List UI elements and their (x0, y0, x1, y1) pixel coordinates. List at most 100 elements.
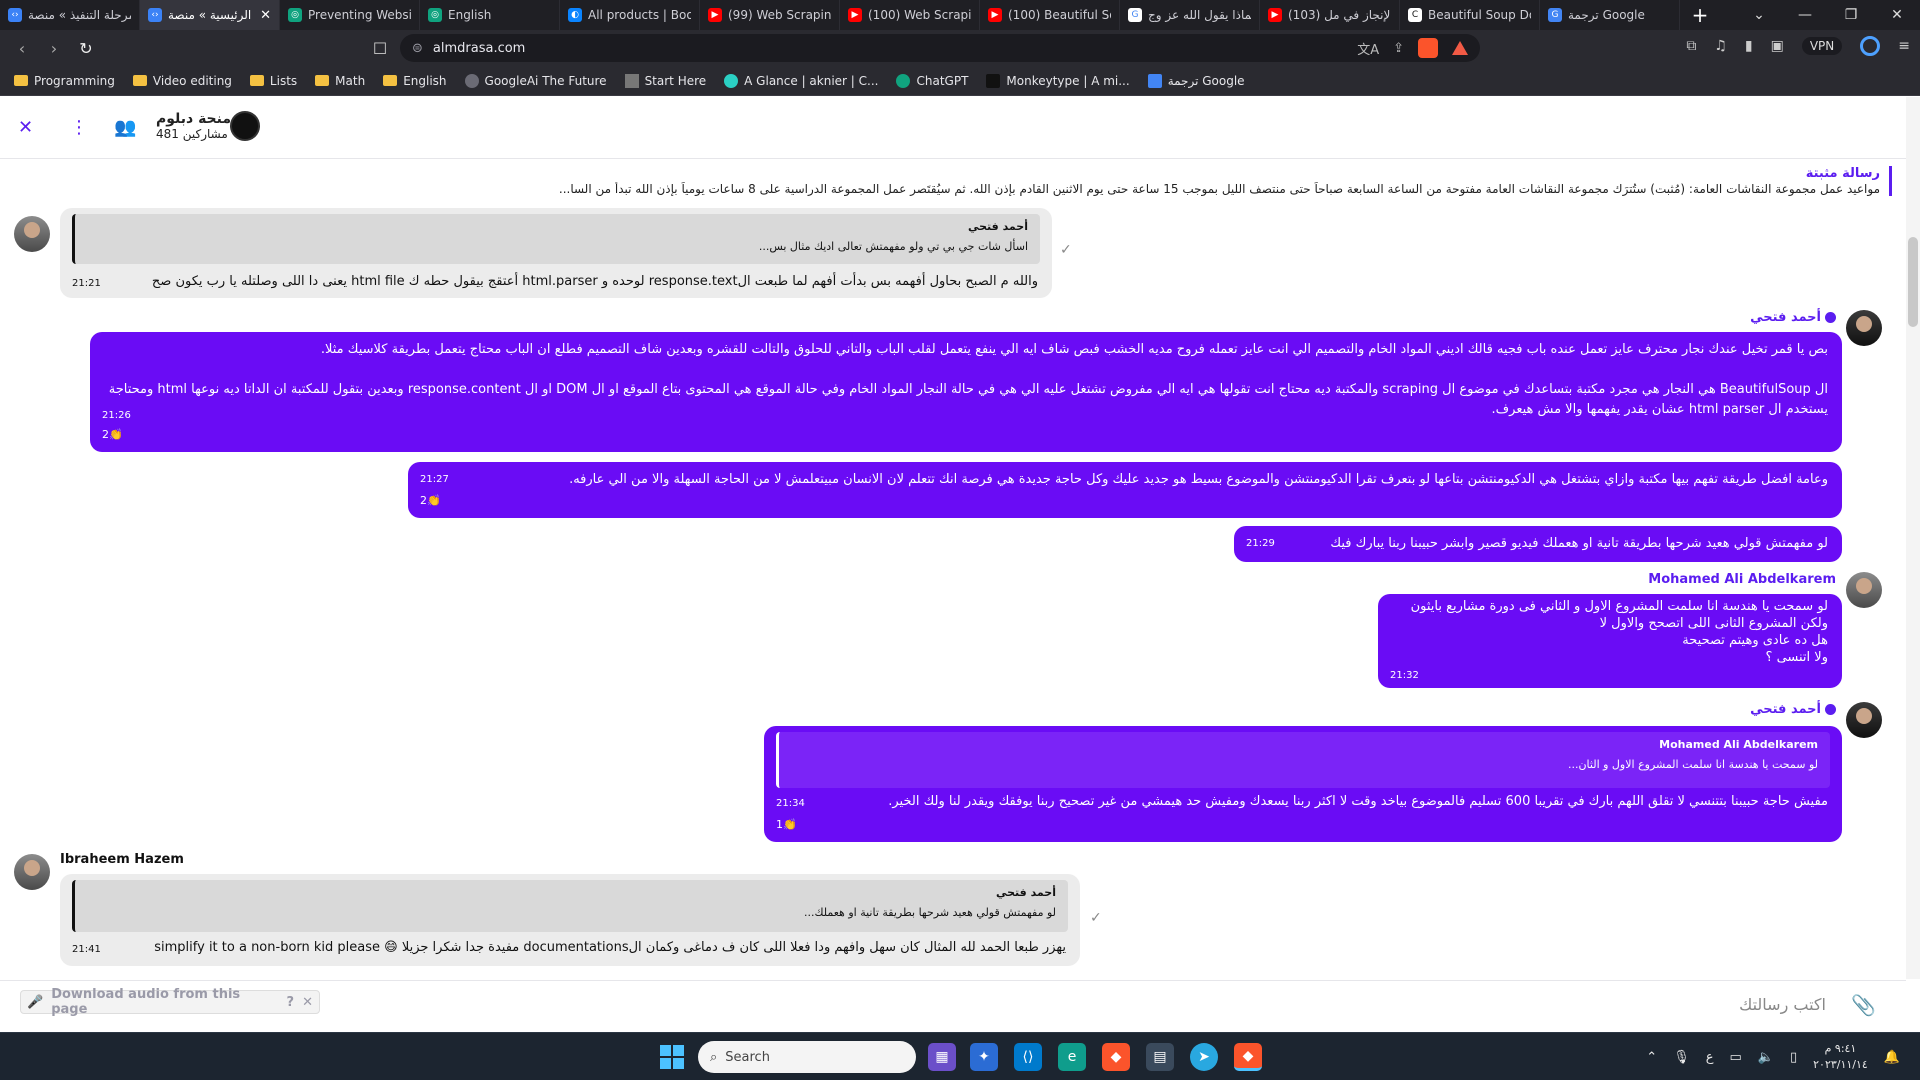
message-bubble[interactable]: أحمد فتحي لو مفهمتش قولي هعيد شرحها بطري… (60, 874, 1080, 966)
vpn-button[interactable]: VPN (1801, 37, 1843, 55)
browser-tab[interactable]: ▶(100) Beautiful Sou (980, 0, 1120, 30)
browser-tab[interactable]: ◐ All products | Book (560, 0, 700, 30)
avatar[interactable] (1846, 702, 1882, 738)
scrollbar-thumb[interactable] (1908, 237, 1918, 327)
participants-icon[interactable]: 👥 (114, 117, 136, 138)
vscode-icon[interactable]: ⟨⟩ (1014, 1043, 1042, 1071)
reaction-badge[interactable]: 2👏 (102, 428, 123, 441)
media-icon[interactable]: ♫ (1714, 38, 1727, 54)
browser-tab[interactable]: ◎Preventing Website (280, 0, 420, 30)
browser-tab[interactable]: G لماذا يقول الله عز وج (1120, 0, 1260, 30)
telegram-icon[interactable]: ➤ (1190, 1043, 1218, 1071)
reaction-badge[interactable]: 1👏 (776, 818, 797, 831)
message-bubble[interactable]: وعامة افضل طريقة تفهم بيها مكتبة وازاي ب… (408, 462, 1842, 518)
message-input[interactable]: اكتب رسالتك (1739, 995, 1826, 1014)
minimize-icon[interactable]: — (1782, 0, 1828, 30)
app-icon[interactable]: ▦ (928, 1043, 956, 1071)
reply-quote[interactable]: Mohamed Ali Abdelkarem لو سمحت يا هندسة … (776, 732, 1830, 788)
bookmark-folder[interactable]: Lists (249, 74, 297, 88)
forward-icon[interactable]: › (38, 32, 70, 64)
reaction-badge[interactable]: 2👏 (420, 494, 441, 507)
clock[interactable]: ٩:٤١ م ٢٠٢٣/١١/١٤ (1813, 1041, 1868, 1073)
bookmark-link[interactable]: A Glance | aknier | C... (724, 73, 878, 88)
reply-quote[interactable]: أحمد فتحي اسأل شات جي بي تي ولو مفهمتش ت… (72, 214, 1040, 264)
close-icon[interactable]: ✕ (18, 117, 33, 138)
bookmark-link[interactable]: Monkeytype | A mi... (986, 73, 1130, 88)
message-bubble[interactable]: أحمد فتحي اسأل شات جي بي تي ولو مفهمتش ت… (60, 208, 1052, 298)
download-audio-widget[interactable]: 🎤 Download audio from this page ? ✕ (20, 987, 320, 1017)
browser-tab[interactable]: ◎ English (420, 0, 560, 30)
browser-tab-active[interactable]: ‹› الرئيسية » منصة ✕ (140, 0, 280, 30)
browser-tab[interactable]: ‹› مرحلة التنفيذ » منصة (0, 0, 140, 30)
bookmark-folder[interactable]: Math (315, 74, 365, 88)
taskbar-search[interactable]: ⌕ Search (698, 1041, 916, 1073)
bookmark-link[interactable]: GoogleAi The Future (464, 73, 607, 88)
browser-tab[interactable]: G ترجمة Google (1540, 0, 1680, 30)
wallet-icon[interactable]: ▣ (1771, 38, 1784, 54)
bookmark-link[interactable]: ترجمة Google (1147, 73, 1245, 88)
message-bubble[interactable]: لو سمحت يا هندسة انا سلمت المشروع الاول … (1378, 594, 1842, 688)
message-bubble[interactable]: بص يا قمر تخيل عندك نجار محترف عايز تعمل… (90, 332, 1842, 452)
extensions-icon[interactable]: ⧉ (1686, 38, 1696, 54)
browser-tab[interactable]: ▶ (103) الإنجاز في مل (1260, 0, 1400, 30)
menu-icon[interactable]: ≡ (1898, 38, 1910, 54)
edge-icon[interactable]: e (1058, 1043, 1086, 1071)
bookmark-icon[interactable]: ☐ (364, 32, 396, 64)
brave-shield-icon[interactable] (1418, 38, 1438, 58)
start-button[interactable] (660, 1045, 684, 1069)
browser-tab[interactable]: ▶ (99) Web Scraping (700, 0, 840, 30)
bookmark-folder[interactable]: Programming (14, 74, 115, 88)
chat-scrollbar[interactable] (1906, 97, 1920, 979)
avatar[interactable] (14, 216, 50, 252)
more-options-icon[interactable]: ⋮ (70, 117, 88, 138)
close-window-icon[interactable]: ✕ (1874, 0, 1920, 30)
mic-tray-icon[interactable]: 🎙 (1673, 1050, 1690, 1065)
url-bar[interactable]: ⊜ almdrasa.com 文A ⇪ (400, 34, 1480, 62)
bookmark-folder[interactable]: Video editing (132, 74, 232, 88)
site-info-icon[interactable]: ⊜ (412, 41, 423, 56)
reply-quote[interactable]: أحمد فتحي لو مفهمتش قولي هعيد شرحها بطري… (72, 880, 1068, 932)
battery-icon[interactable]: ▯ (1790, 1050, 1797, 1065)
language-indicator[interactable]: ع (1706, 1050, 1714, 1065)
store-icon[interactable]: ▤ (1146, 1043, 1174, 1071)
share-icon[interactable]: ⇪ (1393, 41, 1404, 56)
bookmark-folder[interactable]: English (383, 74, 447, 88)
sidebar-icon[interactable]: ▮ (1745, 38, 1753, 54)
notification-icon[interactable]: 🔔 (1884, 1050, 1900, 1065)
browser-tab[interactable]: CBeautiful Soup Doc (1400, 0, 1540, 30)
mountain-icon (624, 73, 639, 88)
bookmark-link[interactable]: ChatGPT (896, 73, 968, 88)
close-tab-icon[interactable]: ✕ (260, 8, 271, 23)
avatar[interactable] (1846, 572, 1882, 608)
volume-icon[interactable]: 🔈 (1758, 1050, 1774, 1065)
brave-rewards-icon[interactable] (1452, 41, 1468, 55)
group-avatar[interactable] (230, 111, 260, 141)
new-tab-icon[interactable]: + (1680, 3, 1720, 27)
message-list: أحمد فتحي اسأل شات جي بي تي ولو مفهمتش ت… (0, 204, 1906, 974)
pinned-title: رسالة مثبتة (1805, 166, 1880, 181)
brave-active-icon[interactable]: ◆ (1234, 1043, 1262, 1071)
reload-icon[interactable]: ↻ (70, 32, 102, 64)
brave-icon[interactable]: ◆ (1102, 1043, 1130, 1071)
help-icon[interactable]: ? (287, 995, 295, 1010)
back-icon[interactable]: ‹ (6, 32, 38, 64)
message-text: بص يا قمر تخيل عندك نجار محترف عايز تعمل… (108, 342, 1828, 417)
microphone-icon[interactable]: 🎤 (27, 995, 43, 1010)
maximize-icon[interactable]: ❐ (1828, 0, 1874, 30)
pinned-message[interactable]: رسالة مثبتة مواعيد عمل مجموعة النقاشات ا… (0, 160, 1920, 204)
browser-tab[interactable]: ▶(100) Web Scraping (840, 0, 980, 30)
message-bubble[interactable]: لو مفهمتش قولي هعيد شرحها بطريقة تانية ا… (1234, 526, 1842, 562)
chevron-up-icon[interactable]: ⌃ (1646, 1050, 1657, 1065)
bookmark-link[interactable]: Start Here (624, 73, 706, 88)
copilot-icon[interactable]: ✦ (970, 1043, 998, 1071)
network-icon[interactable]: ▭ (1729, 1050, 1741, 1065)
message-bubble[interactable]: Mohamed Ali Abdelkarem لو سمحت يا هندسة … (764, 726, 1842, 842)
read-check-icon: ✓ (1060, 242, 1072, 258)
avatar[interactable] (1846, 310, 1882, 346)
tab-list-icon[interactable]: ⌄ (1736, 0, 1782, 30)
profile-icon[interactable] (1860, 36, 1881, 56)
avatar[interactable] (14, 854, 50, 890)
attach-icon[interactable]: 📎 (1851, 993, 1876, 1017)
close-icon[interactable]: ✕ (302, 995, 313, 1010)
translate-page-icon[interactable]: 文A (1357, 39, 1379, 58)
